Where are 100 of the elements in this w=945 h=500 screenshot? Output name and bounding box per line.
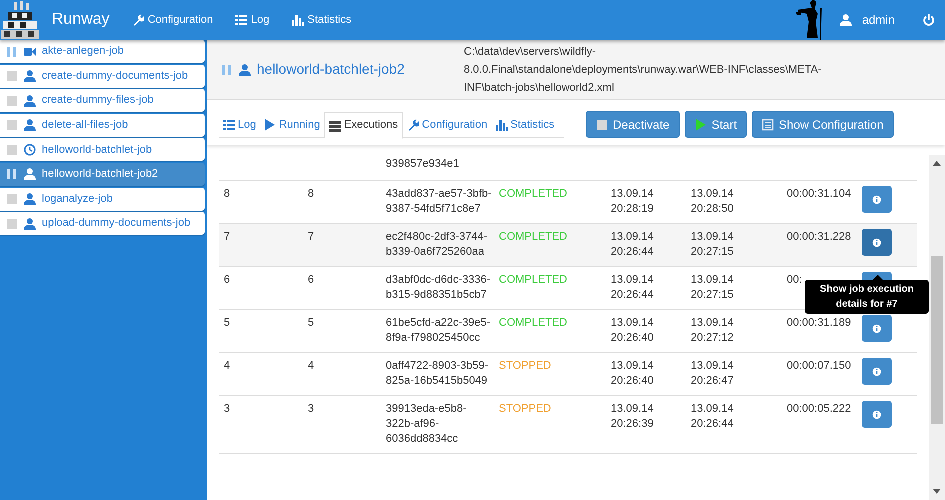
video-camera-icon [24,46,36,58]
table-row[interactable]: 3 3 39913eda-e5b8-322b-af96-6036dd8834cc STOPPED 13.09.14 20:26:39 13.09.14 20:26:44 00:00:05.222 [219,396,917,454]
clock-icon [24,144,36,156]
bar-chart-icon [292,14,304,26]
play-icon [694,118,707,130]
scroll-up-icon[interactable] [933,161,941,166]
user-icon [239,64,251,76]
brand-title[interactable]: Runway [52,8,110,32]
table-cell-text: 39913eda-e5b8-322b-af96-6036dd8834cc [386,402,468,447]
table-cell: 00: [787,274,802,286]
info-button[interactable] [862,229,892,256]
table-row[interactable]: 7 7 ec2f480c-2df3-3744-b339-0a6f725260aa COMPLETED 13.09.14 20:26:44 13.09.14 20:27:15 00:00:31.228 [219,224,917,267]
status-text: COMPLETED [499,188,568,200]
job-title: helloworld-batchlet-job2 [257,60,405,79]
action-button[interactable]: Show Configuration [752,111,894,138]
info-button[interactable] [862,186,892,213]
status-text: COMPLETED [499,317,568,329]
info-icon [872,194,882,204]
table-cell: 4 [308,360,314,372]
user-icon [24,70,36,82]
table-cell: 6 [308,274,314,286]
table-cell: 5 [308,317,314,329]
table-cell-text: 13.09.14 20:28:50 [691,187,735,217]
nav-link[interactable]: Statistics [292,12,352,28]
sidebar-item[interactable]: delete-all-files-job [0,114,205,137]
status-text: STOPPED [499,403,552,415]
table-cell: 61be5cfd-a22c-39e5-8f9a-f798025450cc [386,316,492,346]
sidebar-item[interactable]: helloworld-batchlet-job2 [0,162,205,186]
sidebar-item[interactable]: create-dummy-files-job [0,89,205,112]
nav-link[interactable]: Configuration [132,12,214,28]
scrollbar[interactable] [929,155,945,500]
info-icon [872,324,882,334]
table-cell: 6 [224,274,230,286]
table-cell-text: 0aff4722-8903-3b59-825a-16b5415b5049 [386,359,490,389]
info-icon [872,366,882,376]
tab[interactable]: Configuration [403,112,492,138]
wrench-icon [132,14,144,26]
table-cell-text: ec2f480c-2df3-3744-b339-0a6f725260aa [386,230,489,260]
status-text: COMPLETED [499,231,568,243]
status-text: COMPLETED [499,274,568,286]
table-cell: 7 [308,231,314,243]
play-icon [264,119,276,131]
sidebar-item[interactable]: create-dummy-documents-job [0,64,205,88]
table-cell-text: 13.09.14 20:26:40 [611,359,655,389]
info-icon [872,410,882,420]
wrench-icon [407,119,420,131]
job-file-path: C:\data\dev\servers\wildfly-8.0.0.Final\standalone\deployments\runway.war\WEB-INF\classes\META-INF\batch-jobs\helloworld2.xml [464,44,823,96]
sidebar-item[interactable]: akte-anlegen-job [0,40,205,63]
table-cell-text: 13.09.14 20:27:12 [691,316,735,346]
tooltip: Show job execution details for #7 [805,280,929,314]
table-cell: 3 [224,403,230,415]
bar-chart-icon [496,119,508,131]
info-icon [872,238,882,248]
table-row[interactable]: 4 4 0aff4722-8903-3b59-825a-16b5415b5049 STOPPED 13.09.14 20:26:40 13.09.14 20:26:47 00:00:07.150 [219,353,917,396]
logo-icon [0,0,40,40]
user-icon [24,168,36,180]
tab[interactable]: Running [260,112,324,138]
table-cell-text: 13.09.14 20:28:19 [611,187,655,217]
user-icon [24,94,36,107]
table-cell: 00:00:07.150 [787,360,852,372]
table-cell: 00:00:31.104 [787,188,852,200]
scrollbar-thumb[interactable] [931,256,943,424]
table-cell: 00:00:31.189 [787,317,852,329]
table-cell-text: 13.09.14 20:26:40 [611,316,655,346]
nav-link[interactable]: Log [235,12,270,28]
action-button[interactable]: Start [684,111,748,138]
user-icon [24,119,36,132]
info-button[interactable] [862,315,892,342]
list-icon [235,14,248,26]
table-cell-text: 939857e934e1 [386,157,460,172]
tab[interactable]: Executions [324,112,404,139]
table-cell: d3abf0dc-d6dc-3336-b315-9d88351b5cb7 [386,273,492,303]
tab[interactable]: Statistics [492,112,559,138]
sidebar-item[interactable]: loganalyze-job [0,188,205,211]
stacked-rows-icon [329,120,342,132]
scroll-down-icon[interactable] [933,489,941,494]
table-cell: 8 [308,188,314,200]
table-cell-text: 13.09.14 20:26:44 [611,273,655,303]
tab[interactable]: Log [219,112,260,138]
document-icon [762,118,774,130]
user-icon [24,193,36,206]
table-cell-text: 13.09.14 20:26:44 [691,402,735,432]
table-cell: 5 [224,317,230,329]
user-icon [840,14,852,26]
user-icon [24,218,36,230]
stop-icon [596,118,608,130]
list-icon [223,119,235,131]
table-cell-text: 13.09.14 20:26:47 [691,359,735,389]
table-cell: 7 [224,231,230,243]
sidebar-item[interactable]: helloworld-batchlet-job [0,138,205,162]
table-cell-text: 13.09.14 20:26:44 [611,230,655,260]
table-cell: 00:00:05.222 [787,403,852,415]
sidebar-item[interactable]: upload-dummy-documents-job [0,212,205,236]
info-button[interactable] [862,358,892,385]
table-cell: 3 [308,403,314,415]
user-name[interactable]: admin [862,11,895,29]
action-button[interactable]: Deactivate [586,111,680,138]
info-button[interactable] [862,401,892,428]
power-icon[interactable] [923,14,935,26]
table-cell-text: 13.09.14 20:27:15 [691,230,735,260]
